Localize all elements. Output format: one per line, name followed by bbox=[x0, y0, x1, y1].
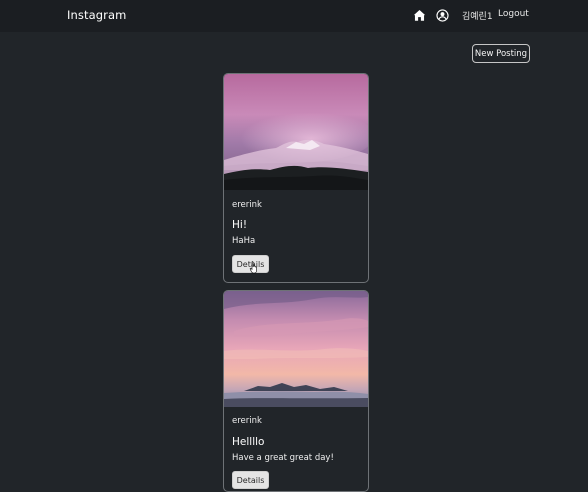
top-navbar: Instagram 김예린1 Logout bbox=[0, 0, 588, 32]
user-circle-icon[interactable] bbox=[436, 9, 449, 22]
home-icon[interactable] bbox=[413, 9, 426, 22]
post-card: ererink Hellllo Have a great great day! … bbox=[223, 290, 369, 492]
post-author: ererink bbox=[232, 200, 262, 210]
new-posting-button[interactable]: New Posting bbox=[472, 44, 530, 63]
brand-logo[interactable]: Instagram bbox=[67, 8, 126, 22]
post-content: Have a great great day! bbox=[232, 453, 334, 463]
post-title: Hellllo bbox=[232, 436, 265, 448]
post-title: Hi! bbox=[232, 219, 248, 231]
username-link[interactable]: 김예린1 bbox=[462, 9, 493, 22]
post-card: ererink Hi! HaHa Details bbox=[223, 73, 369, 283]
hand-cursor-icon bbox=[249, 261, 257, 274]
post-image bbox=[224, 291, 368, 407]
post-author: ererink bbox=[232, 416, 262, 426]
post-content: HaHa bbox=[232, 236, 256, 246]
post-image bbox=[224, 74, 368, 190]
logout-link[interactable]: Logout bbox=[498, 9, 529, 19]
